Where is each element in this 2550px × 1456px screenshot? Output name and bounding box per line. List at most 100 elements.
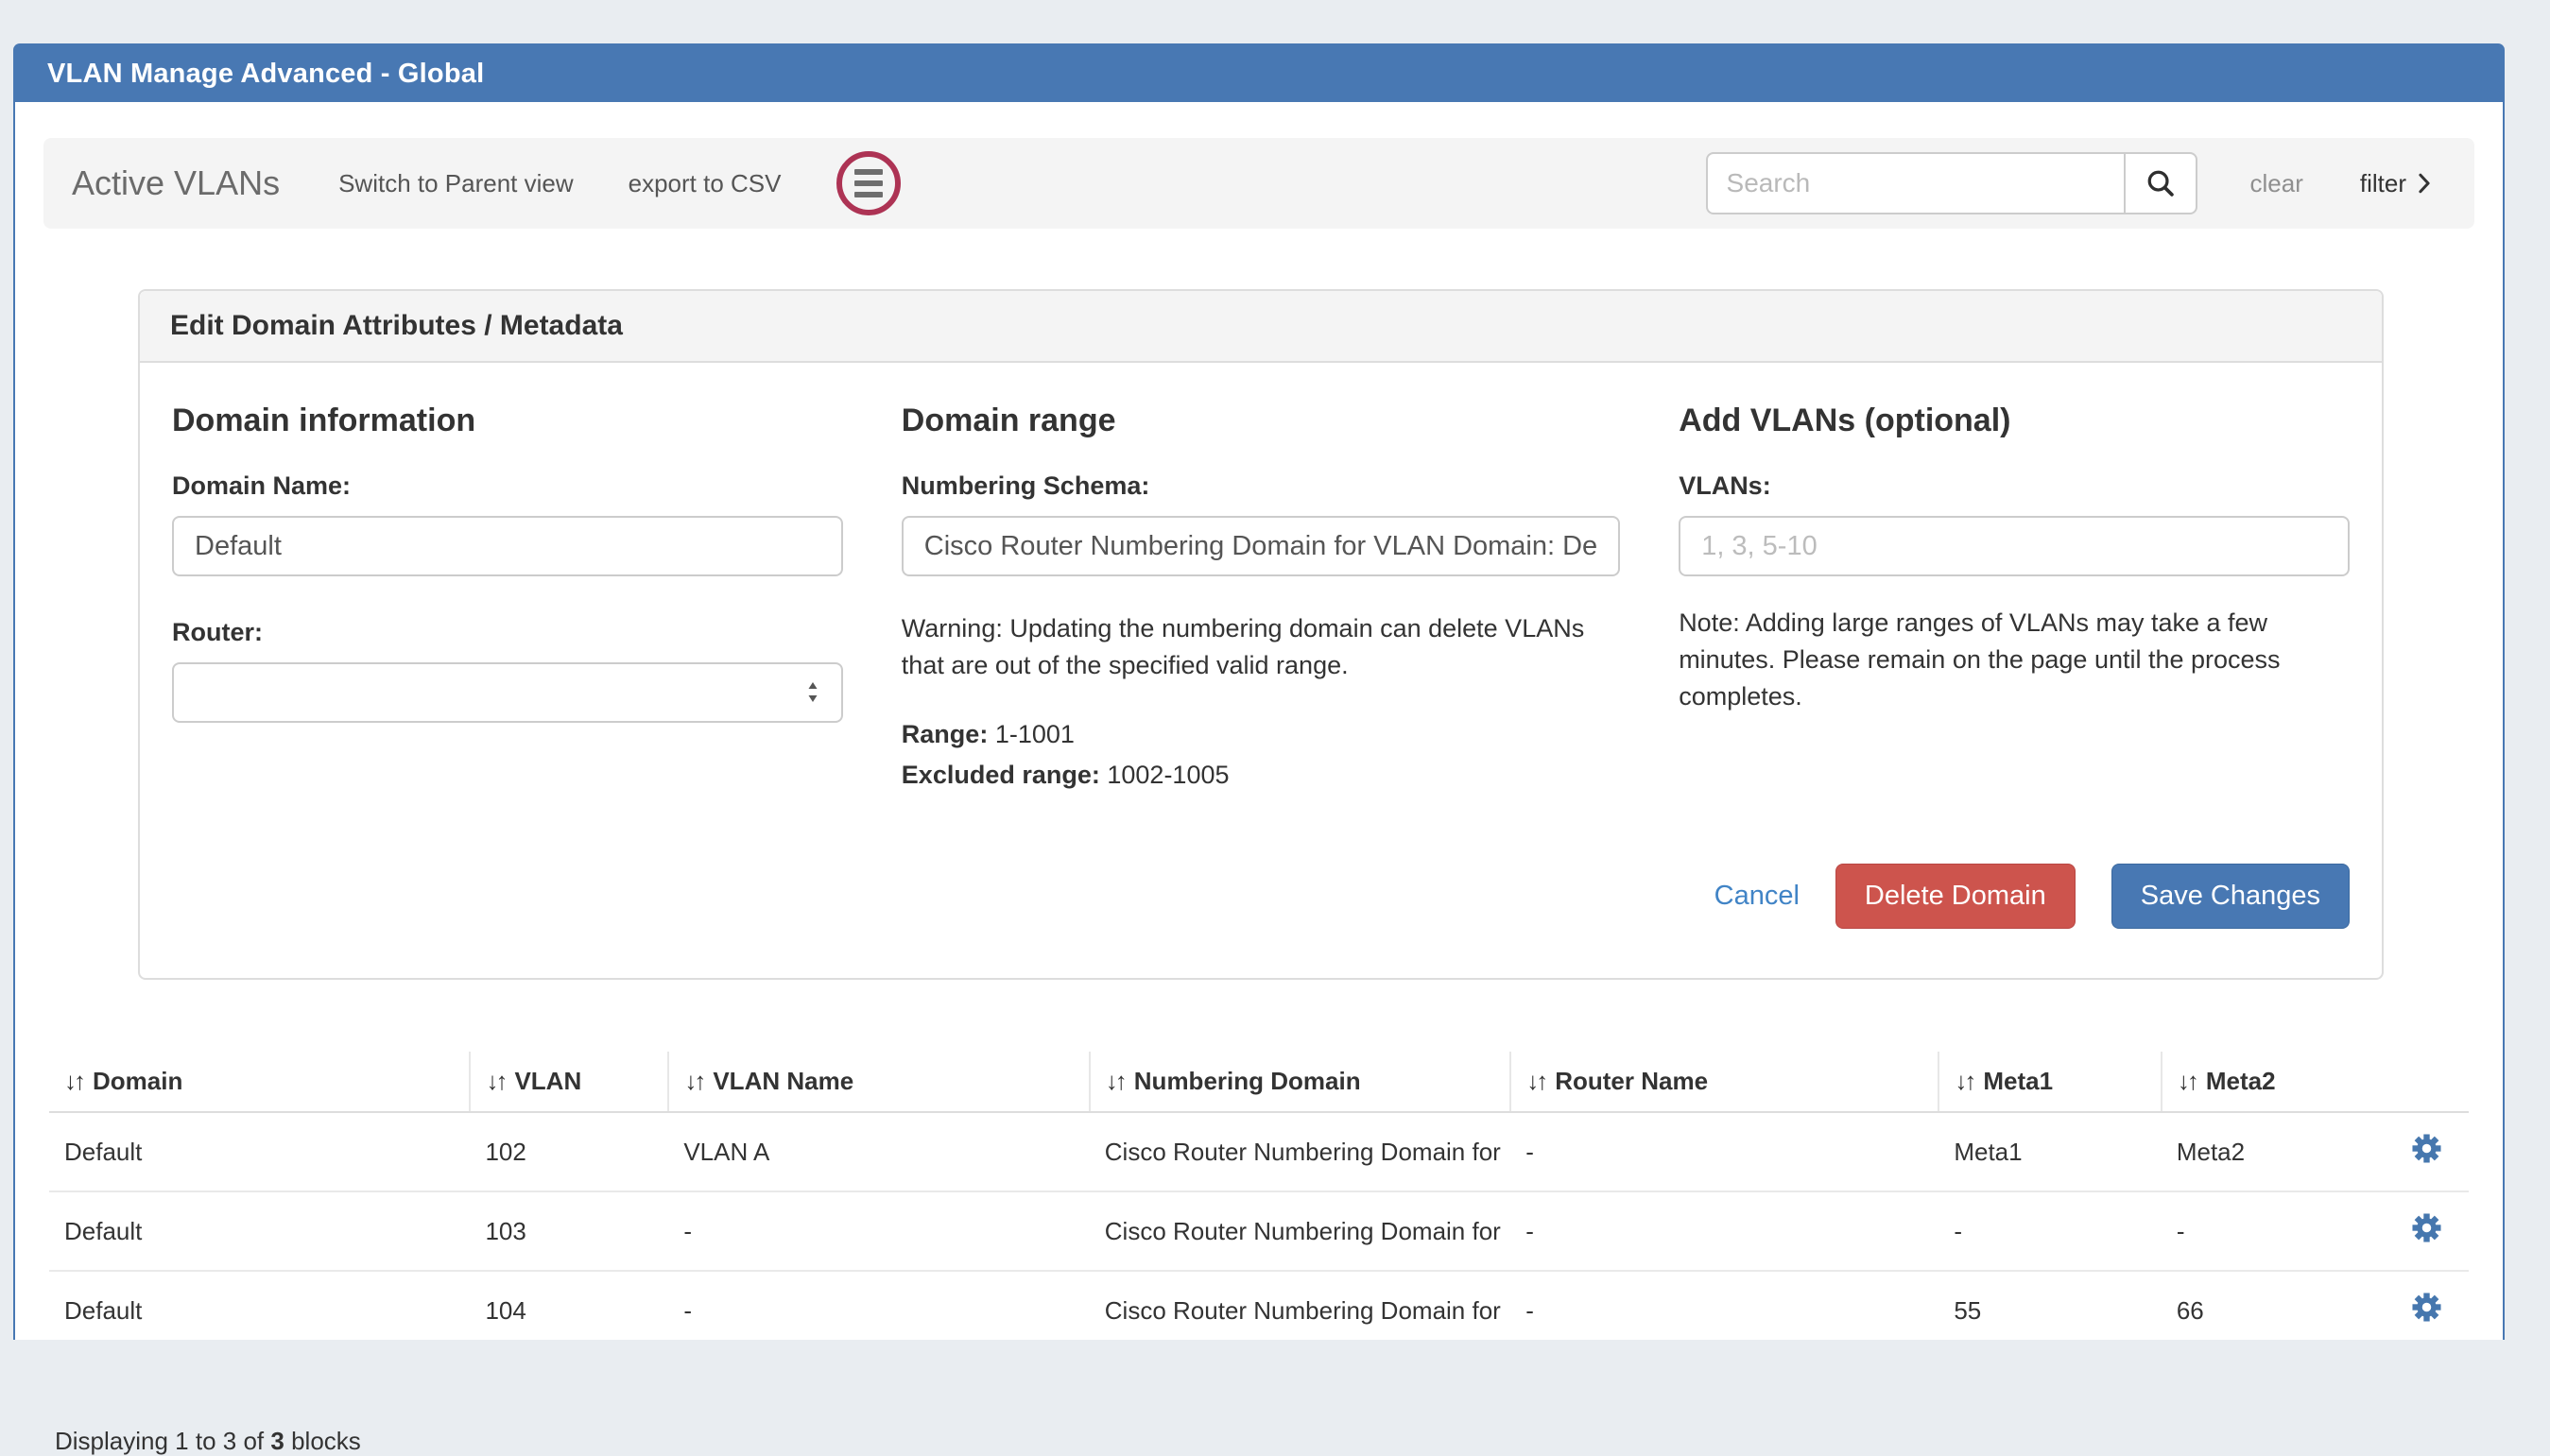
- domain-name-input[interactable]: [172, 516, 843, 576]
- domain-information-heading: Domain information: [172, 403, 843, 439]
- edit-panel-title: Edit Domain Attributes / Metadata: [140, 291, 2382, 363]
- column-header-router-name[interactable]: ↓↑Router Name: [1510, 1052, 1938, 1112]
- table-row: Default104-Cisco Router Numbering Domain…: [49, 1271, 2469, 1349]
- cell-numbering-domain: Cisco Router Numbering Domain for …: [1090, 1191, 1510, 1271]
- cell-router-name: -: [1510, 1112, 1938, 1191]
- save-changes-button[interactable]: Save Changes: [2111, 864, 2350, 929]
- column-header-label: VLAN Name: [713, 1067, 853, 1095]
- table-row: Default102VLAN ACisco Router Numbering D…: [49, 1112, 2469, 1191]
- delete-domain-button[interactable]: Delete Domain: [1835, 864, 2076, 929]
- record-count: Displaying 1 to 3 of 3 blocks: [55, 1427, 2474, 1456]
- range-line: Range: 1-1001: [902, 720, 1620, 749]
- gear-icon: [2412, 1213, 2441, 1242]
- sort-icon: ↓↑: [1106, 1067, 1125, 1095]
- column-header-meta1[interactable]: ↓↑Meta1: [1938, 1052, 2162, 1112]
- edit-panel-body: Domain information Domain Name: Router:: [140, 363, 2382, 978]
- domain-name-label: Domain Name:: [172, 471, 843, 501]
- range-label: Range:: [902, 720, 989, 748]
- filter-label: filter: [2360, 169, 2406, 198]
- edit-domain-panel: Edit Domain Attributes / Metadata Domain…: [138, 289, 2384, 980]
- vlan-table: ↓↑ Domain ↓↑ VLAN ↓↑ VLAN Name ↓↑ Numbering Dom…: [49, 1052, 2469, 1349]
- cell-meta1: -: [1938, 1191, 2162, 1271]
- gear-icon: [2412, 1293, 2441, 1322]
- panel-body: Active VLANs Switch to Parent view expor…: [15, 102, 2503, 1456]
- column-header-label: Meta1: [1983, 1067, 2053, 1095]
- switch-parent-view-link[interactable]: Switch to Parent view: [338, 169, 574, 198]
- chevron-right-icon: [2418, 172, 2431, 195]
- cell-domain: Default: [49, 1271, 470, 1349]
- cell-vlan: 104: [470, 1271, 668, 1349]
- cell-domain: Default: [49, 1112, 470, 1191]
- app-window: VLAN Manage Advanced - Global Active VLA…: [13, 43, 2505, 1340]
- add-vlans-section: Add VLANs (optional) VLANs: Note: Adding…: [1679, 403, 2350, 801]
- cell-meta2: -: [2162, 1191, 2385, 1271]
- column-header-label: Router Name: [1555, 1067, 1708, 1095]
- cell-numbering-domain: Cisco Router Numbering Domain for …: [1090, 1112, 1510, 1191]
- column-header-vlan-name[interactable]: ↓↑ VLAN Name: [668, 1052, 1089, 1112]
- sort-icon: ↓↑: [486, 1067, 505, 1095]
- numbering-schema-select[interactable]: Cisco Router Numbering Domain for VLAN D…: [902, 516, 1620, 576]
- cell-router-name: -: [1510, 1271, 1938, 1349]
- record-count-total: 3: [270, 1427, 284, 1455]
- gear-icon: [2412, 1134, 2441, 1163]
- cell-meta2: 66: [2162, 1271, 2385, 1349]
- router-label: Router:: [172, 618, 843, 647]
- search-input[interactable]: [1706, 152, 2124, 214]
- toolbar: Active VLANs Switch to Parent view expor…: [43, 138, 2474, 229]
- actions-row: Cancel Delete Domain Save Changes: [172, 864, 2350, 929]
- vlans-input[interactable]: [1679, 516, 2350, 576]
- magnifier-icon: [2145, 167, 2177, 199]
- sort-icon: ↓↑: [64, 1067, 83, 1095]
- select-arrows-icon: [805, 679, 820, 706]
- excluded-range-value: 1002-1005: [1107, 761, 1229, 789]
- title-bar: VLAN Manage Advanced - Global: [15, 45, 2503, 102]
- add-vlans-heading: Add VLANs (optional): [1679, 403, 2350, 439]
- row-settings-gear-button[interactable]: [2412, 1213, 2441, 1242]
- cell-vlan-name: -: [668, 1271, 1089, 1349]
- export-csv-link[interactable]: export to CSV: [629, 169, 782, 198]
- hamburger-menu-button[interactable]: [836, 151, 901, 215]
- column-header-label: Domain: [93, 1067, 182, 1095]
- cell-vlan-name: -: [668, 1191, 1089, 1271]
- router-select[interactable]: [172, 662, 843, 723]
- column-header-label: VLAN: [514, 1067, 581, 1095]
- column-header-vlan[interactable]: ↓↑ VLAN: [470, 1052, 668, 1112]
- add-vlans-note: Note: Adding large ranges of VLANs may t…: [1679, 605, 2350, 715]
- record-count-suffix: blocks: [291, 1427, 361, 1455]
- cell-vlan: 103: [470, 1191, 668, 1271]
- router-field-block: Router:: [172, 618, 843, 723]
- cell-vlan-name: VLAN A: [668, 1112, 1089, 1191]
- search-button[interactable]: [2124, 152, 2197, 214]
- column-header-actions: [2384, 1052, 2469, 1112]
- cell-numbering-domain: Cisco Router Numbering Domain for …: [1090, 1271, 1510, 1349]
- excluded-range-label: Excluded range:: [902, 761, 1100, 789]
- column-header-domain[interactable]: ↓↑ Domain: [49, 1052, 470, 1112]
- cell-meta2: Meta2: [2162, 1112, 2385, 1191]
- cell-router-name: -: [1510, 1191, 1938, 1271]
- numbering-schema-value: Cisco Router Numbering Domain for VLAN D…: [924, 531, 1597, 562]
- cancel-button[interactable]: Cancel: [1714, 881, 1800, 912]
- excluded-range-line: Excluded range: 1002-1005: [902, 761, 1620, 790]
- table-row: Default103-Cisco Router Numbering Domain…: [49, 1191, 2469, 1271]
- filter-toggle[interactable]: filter: [2360, 169, 2431, 198]
- domain-name-field-block: Domain Name:: [172, 471, 843, 576]
- cell-meta1: 55: [1938, 1271, 2162, 1349]
- column-header-numbering-domain[interactable]: ↓↑ Numbering Domain: [1090, 1052, 1510, 1112]
- column-header-meta2[interactable]: ↓↑Meta2: [2162, 1052, 2385, 1112]
- domain-range-section: Domain range Numbering Schema: Cisco Rou…: [902, 403, 1620, 801]
- numbering-schema-label: Numbering Schema:: [902, 471, 1620, 501]
- search-group: [1706, 152, 2197, 214]
- row-settings-gear-button[interactable]: [2412, 1134, 2441, 1163]
- range-info: Range: 1-1001 Excluded range: 1002-1005: [902, 720, 1620, 790]
- active-vlans-heading: Active VLANs: [72, 163, 280, 203]
- column-header-label: Numbering Domain: [1134, 1067, 1361, 1095]
- row-settings-gear-button[interactable]: [2412, 1293, 2441, 1322]
- edit-form-grid: Domain information Domain Name: Router:: [172, 403, 2350, 801]
- clear-link[interactable]: clear: [2250, 169, 2303, 198]
- domain-information-section: Domain information Domain Name: Router:: [172, 403, 843, 801]
- cell-domain: Default: [49, 1191, 470, 1271]
- cell-actions: [2384, 1191, 2469, 1271]
- column-header-label: Meta2: [2206, 1067, 2276, 1095]
- numbering-warning-text: Warning: Updating the numbering domain c…: [902, 610, 1620, 684]
- sort-icon: ↓↑: [684, 1067, 703, 1095]
